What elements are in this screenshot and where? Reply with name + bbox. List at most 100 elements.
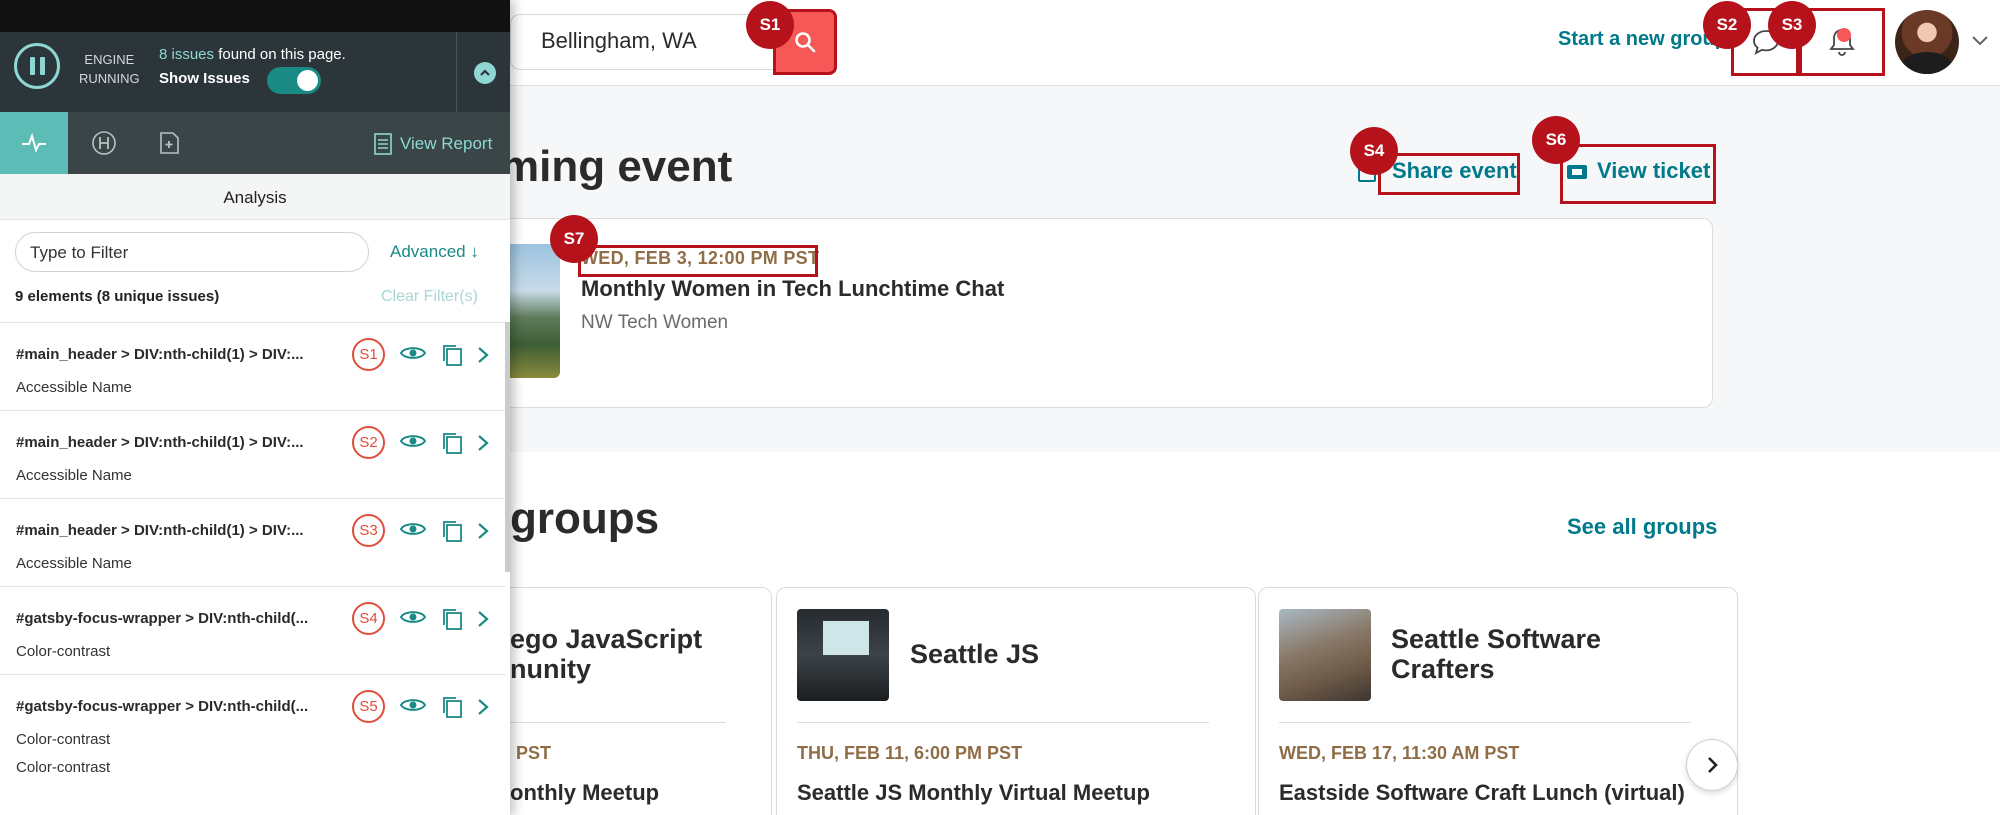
chevron-down-icon[interactable] [1970,30,1990,50]
view-report-label: View Report [400,134,493,153]
pause-engine-button[interactable] [14,43,60,89]
eye-icon[interactable] [399,431,427,451]
issue-type: Color-contrast [16,731,111,748]
see-all-groups-link[interactable]: See all groups [1567,514,1717,540]
collapse-panel-button[interactable] [474,62,496,84]
group-card-divider [1279,722,1691,723]
show-issues-label: Show Issues [159,70,250,87]
panel-scrollbar[interactable] [505,322,510,572]
panel-tabs: View Report [0,112,510,174]
highlight-s4 [1378,153,1520,195]
chevron-right-icon[interactable] [476,345,490,365]
group-card-divider [797,722,1209,723]
issue-row[interactable]: #gatsby-focus-wrapper > DIV:nth-child(..… [0,586,505,674]
issue-badge[interactable]: S2 [352,426,385,459]
clear-filters-link[interactable]: Clear Filter(s) [381,288,478,306]
panel-header: ENGINE RUNNING 8 issues found on this pa… [0,32,510,112]
marker-s2[interactable]: S2 [1703,1,1751,49]
chevron-up-icon [480,69,490,76]
chevron-right-icon[interactable] [476,521,490,541]
issue-row[interactable]: #main_header > DIV:nth-child(1) > DIV:..… [0,410,505,498]
tab-add-page[interactable] [136,112,204,174]
engine-status: ENGINE RUNNING [79,52,140,86]
marker-s4[interactable]: S4 [1350,127,1398,175]
group-card-date: WED, FEB 17, 11:30 AM PST [1279,743,1520,763]
eye-icon[interactable] [399,343,427,363]
app-root: Bellingham, WA Start a new group ming ev… [0,0,2000,815]
event-group-name: NW Tech Women [581,312,729,333]
issues-summary: 8 issues found on this page. [159,46,346,63]
avatar-body [1901,52,1953,74]
issue-badge[interactable]: S4 [352,602,385,635]
panel-top-bar [0,0,510,32]
eye-icon[interactable] [399,519,427,539]
heading-icon [92,131,116,155]
view-report-button[interactable]: View Report [374,133,492,155]
issue-selector: #main_header > DIV:nth-child(1) > DIV:..… [16,346,304,363]
issue-row[interactable]: #main_header > DIV:nth-child(1) > DIV:..… [0,322,505,410]
start-new-group-link[interactable]: Start a new group [1558,28,1727,51]
pulse-icon [22,132,46,153]
chevron-right-icon[interactable] [476,609,490,629]
group-card-date: THU, FEB 11, 6:00 PM PST [797,743,1023,763]
marker-s3[interactable]: S3 [1768,1,1816,49]
group-thumbnail [797,609,889,701]
event-title[interactable]: Monthly Women in Tech Lunchtime Chat [581,276,1004,302]
header-divider [456,32,457,112]
copy-icon[interactable] [441,431,463,455]
issue-row[interactable]: #main_header > DIV:nth-child(1) > DIV:..… [0,498,505,586]
pause-icon [29,57,35,75]
analysis-title: Analysis [0,174,510,220]
groups-heading: groups [510,494,660,543]
highlight-s6 [1560,144,1716,204]
carousel-next-button[interactable] [1686,739,1738,791]
marker-s6[interactable]: S6 [1532,116,1580,164]
avatar[interactable] [1895,10,1959,74]
copy-icon[interactable] [441,343,463,367]
show-issues-toggle[interactable] [267,67,321,94]
group-card-event: Eastside Software Craft Lunch (virtual) [1279,780,1685,805]
copy-icon[interactable] [441,607,463,631]
issue-badge[interactable]: S3 [352,514,385,547]
upcoming-heading: ming event [500,142,733,191]
accessibility-panel: ENGINE RUNNING 8 issues found on this pa… [0,0,510,815]
advanced-filter-link[interactable]: Advanced ↓ [390,242,479,262]
eye-icon[interactable] [399,695,427,715]
pause-icon-bar [39,57,45,75]
add-page-icon [160,132,179,154]
issues-summary-text: found on this page. [214,46,346,63]
issue-badge[interactable]: S5 [352,690,385,723]
issue-selector: #gatsby-focus-wrapper > DIV:nth-child(..… [16,698,309,715]
group-card-name: Seattle Software Crafters [1391,624,1602,684]
filter-input[interactable]: Type to Filter [15,232,369,272]
location-search-input[interactable]: Bellingham, WA [510,14,775,70]
tab-analysis[interactable] [0,112,68,174]
copy-icon[interactable] [441,519,463,543]
issue-type: Accessible Name [16,467,132,484]
group-card-event: onthly Meetup [510,780,660,805]
chevron-right-icon[interactable] [476,697,490,717]
issue-row[interactable]: #gatsby-focus-wrapper > DIV:nth-child(..… [0,674,505,794]
chevron-right-icon [1708,757,1718,773]
chevron-right-icon[interactable] [476,433,490,453]
copy-icon[interactable] [441,695,463,719]
issue-badge[interactable]: S1 [352,338,385,371]
group-thumbnail-screen [823,621,869,655]
group-card-date: PST [516,743,552,763]
group-card-event: Seattle JS Monthly Virtual Meetup [797,780,1150,805]
issues-count-link[interactable]: 8 issues [159,46,214,63]
issue-type: Accessible Name [16,555,132,572]
eye-icon[interactable] [399,607,427,627]
issue-type: Color-contrast [16,759,111,776]
issue-type: Accessible Name [16,379,132,396]
group-card-name: Seattle JS [910,639,1040,669]
marker-s7[interactable]: S7 [550,215,598,263]
group-card-name: ego JavaScript nunity [510,624,703,684]
tab-headings[interactable] [70,112,138,174]
group-thumbnail [1279,609,1371,701]
element-count: 9 elements (8 unique issues) [15,288,220,305]
issue-type: Color-contrast [16,643,111,660]
report-icon [374,133,392,155]
marker-s1[interactable]: S1 [746,1,794,49]
issue-selector: #main_header > DIV:nth-child(1) > DIV:..… [16,434,304,451]
